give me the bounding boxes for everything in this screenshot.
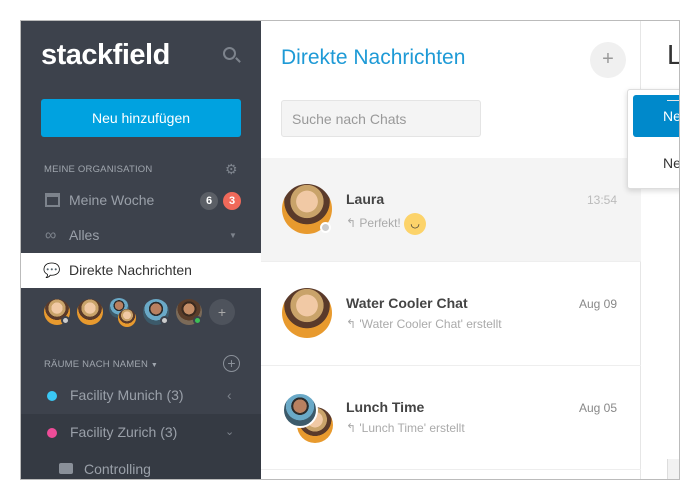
add-dm-button[interactable]: +: [209, 299, 235, 325]
rooms-section-label[interactable]: RÄUME NACH NAMEN ▼: [44, 359, 158, 370]
chat-preview-text: Perfekt!: [359, 216, 401, 231]
add-chat-button[interactable]: +: [590, 42, 626, 78]
avatar: [282, 288, 332, 338]
room-color-dot: [47, 428, 57, 438]
chat-bubbles-icon: 💬: [43, 262, 61, 278]
sidebar-item-alles[interactable]: ∞ Alles ▼: [21, 218, 261, 253]
sidebar-item-label: Direkte Nachrichten: [69, 262, 192, 278]
sidebar-item-direkte-nachrichten[interactable]: 💬 Direkte Nachrichten: [21, 253, 261, 288]
chat-list-panel: Direkte Nachrichten + Suche nach Chats L…: [261, 21, 679, 479]
chat-time: 13:54: [586, 193, 617, 207]
caret-down-icon[interactable]: ▼: [229, 218, 237, 253]
chevron-down-icon[interactable]: ⌄: [225, 414, 234, 451]
sidebar-item-meine-woche[interactable]: Meine Woche 6 3: [21, 183, 261, 218]
logo: stackfield: [41, 39, 170, 71]
badge-count: 6: [200, 192, 218, 210]
room-facility-zurich[interactable]: Facility Zurich (3) ⌄: [21, 414, 261, 451]
avatar[interactable]: [44, 299, 70, 325]
add-room-icon[interactable]: +: [223, 355, 240, 372]
smiley-icon: ◡: [404, 213, 427, 235]
calendar-icon: [45, 193, 60, 207]
chat-name: Water Cooler Chat: [346, 295, 468, 311]
chat-row[interactable]: Water Cooler Chat ↰ 'Water Cooler Chat' …: [261, 262, 641, 366]
infinity-icon: ∞: [45, 227, 57, 244]
chat-preview: ↰ 'Lunch Time' erstellt: [346, 421, 465, 435]
chat-time: Aug 09: [578, 297, 617, 311]
room-label: Controlling: [84, 461, 151, 477]
message-input[interactable]: [667, 459, 679, 479]
avatar: [282, 392, 318, 428]
avatar: [282, 184, 332, 234]
new-button[interactable]: Neu hinzufügen: [41, 99, 241, 137]
chat-name: Lunch Time: [346, 399, 425, 415]
conversation-title: L: [667, 39, 679, 71]
chat-search-input[interactable]: Suche nach Chats: [281, 100, 481, 137]
org-section-label: MEINE ORGANISATION: [44, 164, 153, 175]
chat-name: Laura: [346, 191, 385, 207]
conversation-panel: L: [642, 21, 679, 479]
room-label: Facility Zurich (3): [70, 424, 178, 440]
chat-preview-text: 'Water Cooler Chat' erstellt: [359, 317, 502, 331]
sidebar-item-label: Meine Woche: [69, 192, 155, 208]
caret-down-icon: ▼: [150, 362, 158, 369]
search-icon[interactable]: [223, 47, 236, 60]
sidebar-item-label: Alles: [69, 227, 100, 243]
chat-preview: ↰ 'Water Cooler Chat' erstellt: [346, 317, 502, 331]
room-color-dot: [47, 391, 57, 401]
badge-alert: 3: [223, 192, 241, 210]
avatar[interactable]: [143, 299, 169, 325]
chat-preview-text: 'Lunch Time' erstellt: [359, 421, 465, 435]
chat-row[interactable]: Laura ↰ Perfekt! ◡ 13:54: [261, 158, 641, 262]
divider: [667, 100, 679, 101]
chat-preview: ↰ Perfekt! ◡: [346, 213, 427, 235]
gear-icon[interactable]: ⚙: [225, 161, 238, 178]
avatar[interactable]: [77, 299, 103, 325]
rooms-section-text: RÄUME NACH NAMEN: [44, 359, 149, 370]
chat-row[interactable]: Lunch Time ↰ 'Lunch Time' erstellt Aug 0…: [261, 366, 641, 470]
avatar[interactable]: [118, 309, 136, 327]
subroom-controlling[interactable]: Controlling: [21, 451, 261, 479]
page-title: Direkte Nachrichten: [281, 46, 466, 69]
chat-time: Aug 05: [578, 401, 617, 415]
sidebar: stackfield Neu hinzufügen MEINE ORGANISA…: [21, 21, 261, 479]
chevron-left-icon[interactable]: ‹: [227, 377, 232, 414]
inbox-icon: [59, 463, 73, 474]
avatar[interactable]: [176, 299, 202, 325]
room-label: Facility Munich (3): [70, 387, 184, 403]
app-window: stackfield Neu hinzufügen MEINE ORGANISA…: [20, 20, 680, 480]
room-facility-munich[interactable]: Facility Munich (3) ‹: [21, 377, 261, 414]
